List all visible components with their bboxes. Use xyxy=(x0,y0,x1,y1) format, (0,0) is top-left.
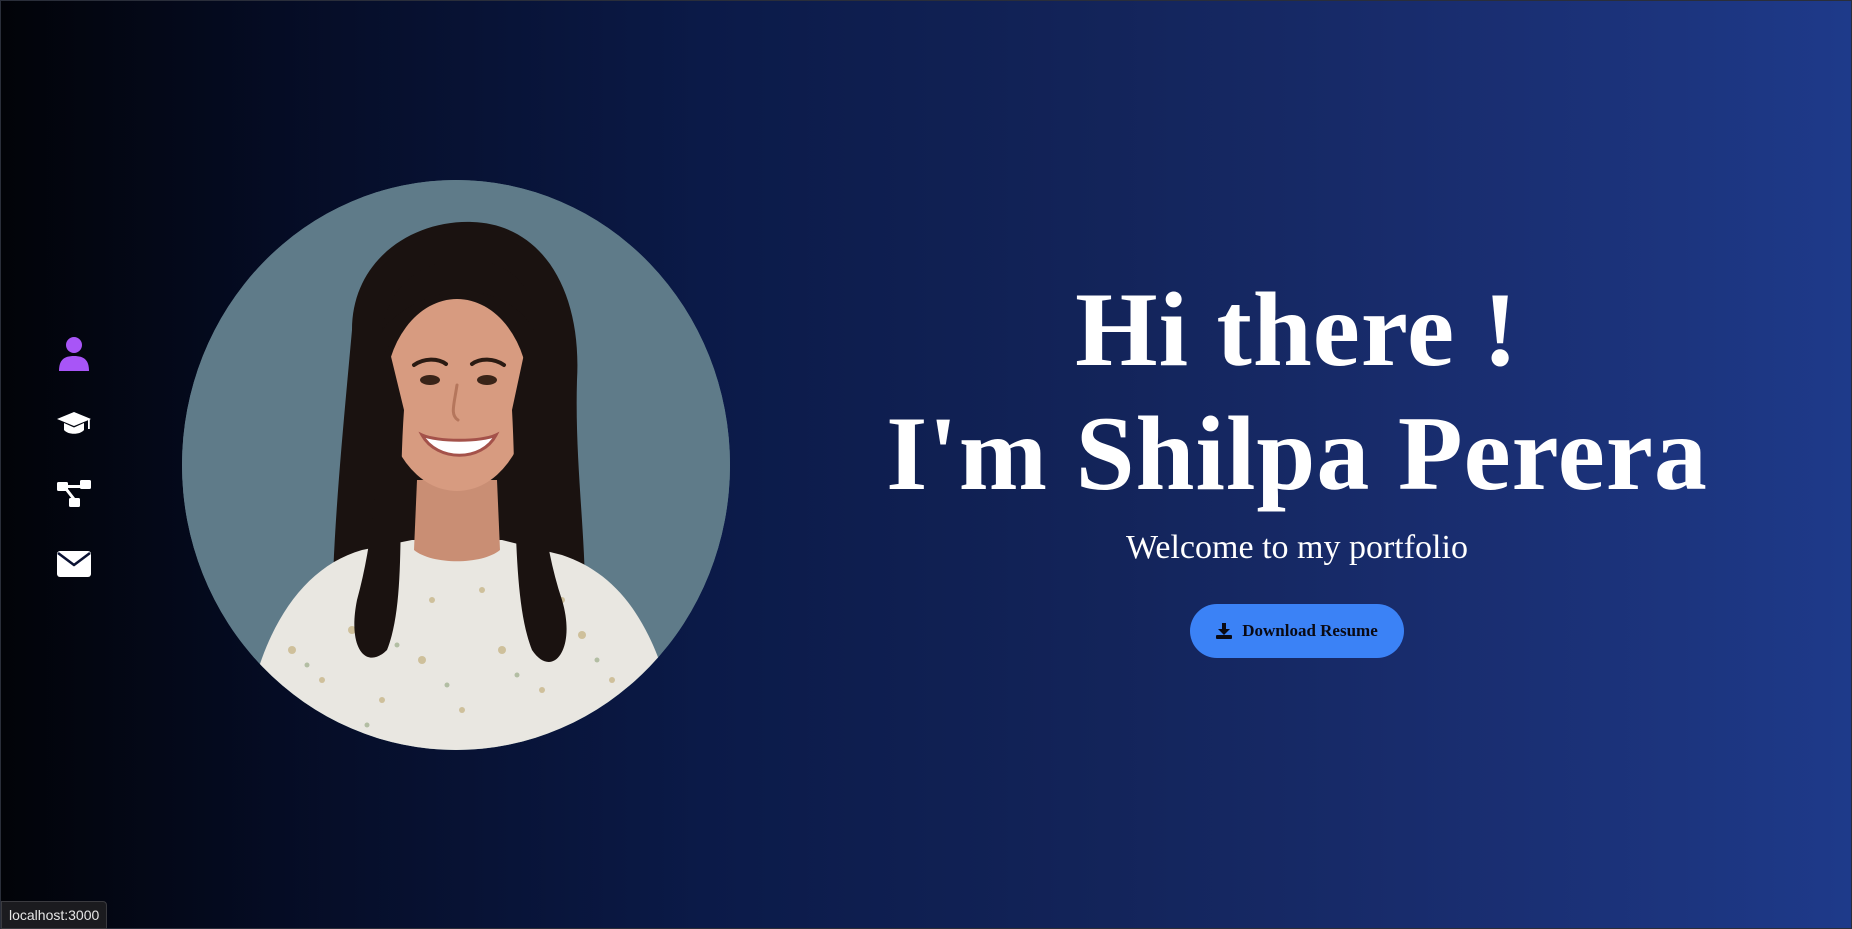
user-icon xyxy=(59,337,89,371)
nav-about-button[interactable] xyxy=(52,336,96,372)
hero-greeting: Hi there ! xyxy=(1075,271,1519,388)
graduation-cap-icon xyxy=(57,412,91,434)
envelope-icon xyxy=(57,551,91,577)
nav-contact-button[interactable] xyxy=(52,546,96,582)
nav-projects-button[interactable] xyxy=(52,476,96,512)
hero-subtitle: Welcome to my portfolio xyxy=(1126,529,1468,566)
side-navigation xyxy=(52,336,96,582)
project-diagram-icon xyxy=(57,480,91,507)
nav-education-button[interactable] xyxy=(52,406,96,442)
profile-portrait-image xyxy=(182,180,730,750)
profile-photo xyxy=(182,180,730,750)
download-resume-label: Download Resume xyxy=(1242,621,1378,640)
download-resume-button[interactable]: Download Resume xyxy=(1190,604,1404,658)
hero-name: I'm Shilpa Perera xyxy=(886,395,1708,512)
status-bar-url: localhost:3000 xyxy=(1,901,108,929)
hero-section: Hi there ! I'm Shilpa Perera Welcome to … xyxy=(840,270,1754,658)
download-icon xyxy=(1216,623,1233,639)
